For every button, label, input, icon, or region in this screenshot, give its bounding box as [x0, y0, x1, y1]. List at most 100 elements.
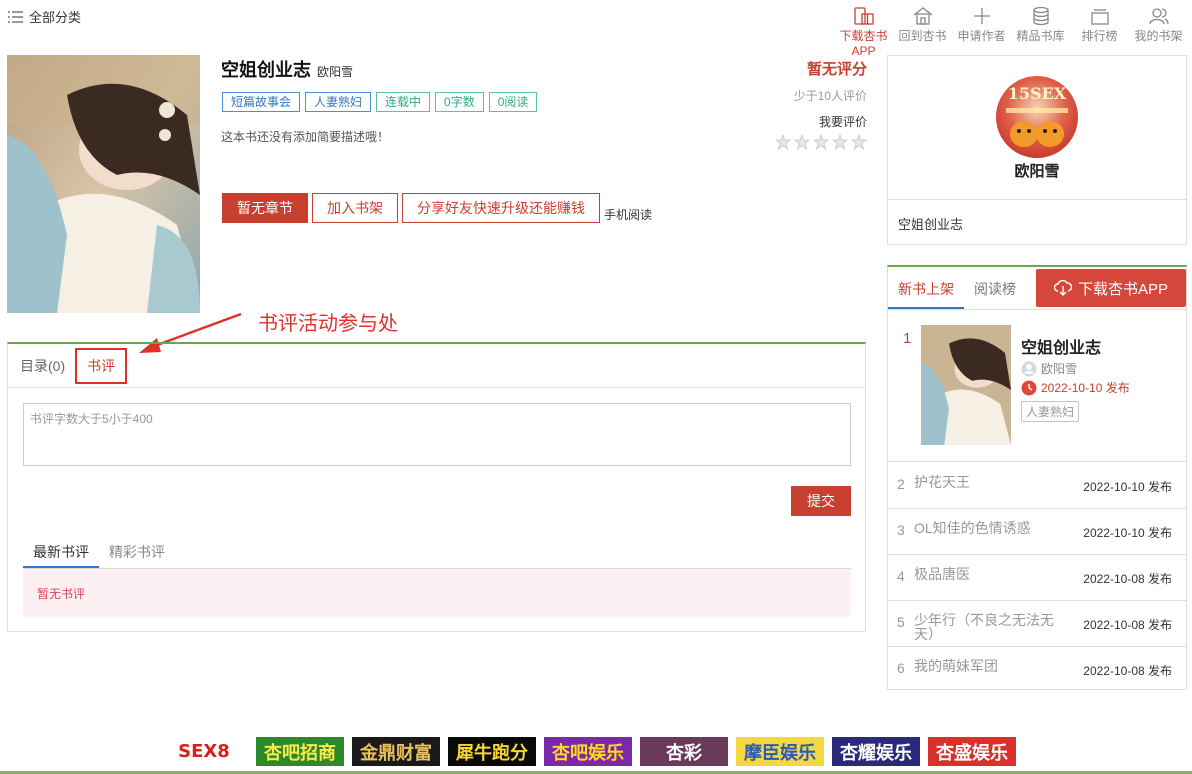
ad-banner[interactable]: 杏吧招商: [256, 737, 344, 766]
book-actions: 暂无章节 加入书架 分享好友快速升级还能赚钱 手机阅读: [222, 193, 652, 223]
ad-banner[interactable]: SEX8: [160, 737, 248, 766]
star-icon[interactable]: [813, 134, 829, 150]
nav-download-app[interactable]: 下载杏书APP: [834, 6, 893, 58]
rank-list-item[interactable]: 2 护花天王 2022-10-10 发布: [888, 463, 1186, 509]
top-nav: 下载杏书APP 回到杏书 申请作者 精品书库 排行榜 我的书架: [834, 6, 1188, 58]
ad-banner[interactable]: 摩臣娱乐: [736, 737, 824, 766]
rank-top1-date: 2022-10-10 发布: [1021, 379, 1130, 396]
rank-book-title[interactable]: 护花天王: [914, 475, 1064, 489]
book-cover[interactable]: [7, 55, 200, 313]
author-book-link[interactable]: 空姐创业志: [898, 214, 963, 233]
top-bar: 全部分类 下载杏书APP 回到杏书 申请作者 精品书库 排行榜 我的书架: [0, 0, 1192, 58]
rating-count: 少于10人评价: [793, 89, 867, 103]
annotation-text: 书评活动参与处: [258, 313, 398, 335]
list-icon: [8, 10, 23, 23]
new-books-panel: 新书上架 阅读榜 下载杏书APP 1 空姐创业志 欧阳雪 2022-10-10 …: [887, 265, 1187, 690]
clock-icon: [1021, 380, 1037, 395]
rank-number: 5: [897, 614, 905, 630]
ad-banner[interactable]: 金鼎财富: [352, 737, 440, 766]
tag-category[interactable]: 短篇故事会: [222, 92, 301, 112]
phone-book-icon: [853, 7, 874, 25]
ad-banner[interactable]: 杏盛娱乐: [928, 737, 1016, 766]
rank-list-item[interactable]: 5 少年行（不良之无法无天） 2022-10-08 发布: [888, 601, 1186, 647]
content-panel: 目录(0) 书评 书评字数大于5小于400 提交 最新书评 精彩书评 暂无书评: [7, 342, 866, 632]
ad-banner[interactable]: 杏吧娱乐: [544, 737, 632, 766]
tag-read-count: 0阅读: [488, 92, 538, 112]
rating-none: 暂无评分: [806, 61, 867, 78]
tab-toc[interactable]: 目录(0): [20, 352, 65, 380]
nav-bookshelf[interactable]: 我的书架: [1129, 6, 1188, 58]
rank-top1[interactable]: 1 空姐创业志 欧阳雪 2022-10-10 发布 人妻熟妇: [888, 310, 1186, 462]
tab-new-books[interactable]: 新书上架: [888, 267, 964, 309]
nav-apply-author[interactable]: 申请作者: [952, 6, 1011, 58]
nav-library[interactable]: 精品书库: [1011, 6, 1070, 58]
rank-book-title[interactable]: 极品唐医: [914, 567, 1064, 581]
review-input[interactable]: 书评字数大于5小于400: [23, 403, 851, 466]
share-button[interactable]: 分享好友快速升级还能赚钱: [402, 193, 600, 223]
empty-review-notice: 暂无书评: [23, 569, 851, 617]
user-circle-icon: [1021, 361, 1037, 376]
mobile-read-link[interactable]: 手机阅读: [604, 206, 652, 223]
cover-thumbnail: [921, 325, 1011, 445]
rank-top1-tag[interactable]: 人妻熟妇: [1021, 401, 1080, 422]
author-card: 15SEX 欧阳雪 空姐创业志: [887, 55, 1187, 245]
author-name[interactable]: 欧阳雪: [888, 160, 1186, 181]
ranking-icon: [1090, 9, 1109, 25]
database-icon: [1032, 6, 1049, 26]
content-tabs: 目录(0) 书评: [8, 344, 865, 388]
no-chapter-button[interactable]: 暂无章节: [222, 193, 308, 223]
tag-word-count: 0字数: [435, 92, 484, 112]
star-icon[interactable]: [775, 134, 791, 150]
ad-banner[interactable]: 杏彩: [640, 737, 728, 766]
download-app-button[interactable]: 下载杏书APP: [1036, 269, 1186, 307]
book-title-row: 空姐创业志 欧阳雪: [221, 56, 353, 82]
nav-ranking[interactable]: 排行榜: [1070, 6, 1129, 58]
rating-panel: 暂无评分 少于10人评价 我要评价: [775, 58, 867, 150]
rank-book-date: 2022-10-08 发布: [1083, 618, 1172, 632]
all-categories-label: 全部分类: [29, 10, 82, 25]
ad-banner[interactable]: 犀牛跑分: [448, 737, 536, 766]
ad-banner[interactable]: 杏耀娱乐: [832, 737, 920, 766]
book-title: 空姐创业志: [221, 60, 311, 80]
rank-number: 2: [897, 476, 905, 492]
nav-home[interactable]: 回到杏书: [893, 6, 952, 58]
star-icon[interactable]: [794, 134, 810, 150]
rank-list-item[interactable]: 3 OL知佳的色情诱惑 2022-10-10 发布: [888, 509, 1186, 555]
ad-banners: SEX8 杏吧招商 金鼎财富 犀牛跑分 杏吧娱乐 杏彩 摩臣娱乐 杏耀娱乐 杏盛娱乐: [160, 737, 1016, 766]
subtab-latest[interactable]: 最新书评: [23, 534, 99, 568]
rating-stars[interactable]: [775, 134, 867, 150]
subtab-featured[interactable]: 精彩书评: [99, 534, 175, 568]
tag-status: 连载中: [376, 92, 431, 112]
star-icon[interactable]: [832, 134, 848, 150]
submit-button[interactable]: 提交: [791, 486, 851, 516]
star-icon[interactable]: [851, 134, 867, 150]
book-author[interactable]: 欧阳雪: [317, 63, 353, 80]
user-icon: [1148, 8, 1169, 25]
cloud-download-icon: [1053, 280, 1072, 296]
add-shelf-button[interactable]: 加入书架: [312, 193, 398, 223]
home-icon: [913, 7, 932, 25]
tiger-icon: [1006, 108, 1068, 147]
rate-label: 我要评价: [818, 115, 867, 129]
avatar[interactable]: 15SEX: [996, 76, 1078, 158]
divider: [888, 199, 1186, 200]
rank-number: 6: [897, 660, 905, 676]
rank-book-title[interactable]: 我的萌妹军团: [914, 659, 1064, 673]
rank-book-date: 2022-10-08 发布: [1083, 572, 1172, 586]
tab-read-ranking[interactable]: 阅读榜: [964, 267, 1026, 309]
rank-list-item[interactable]: 6 我的萌妹军团 2022-10-08 发布: [888, 647, 1186, 693]
rank-book-date: 2022-10-08 发布: [1083, 664, 1172, 678]
rank-list-item[interactable]: 4 极品唐医 2022-10-08 发布: [888, 555, 1186, 601]
rank-book-title[interactable]: 少年行（不良之无法无天）: [914, 613, 1064, 641]
rank-book-title[interactable]: OL知佳的色情诱惑: [914, 521, 1064, 535]
rank-number: 1: [903, 330, 912, 347]
book-intro: 这本书还没有添加简要描述哦！: [221, 130, 390, 144]
tab-review[interactable]: 书评: [75, 347, 128, 384]
book-cover-image: [7, 55, 200, 313]
all-categories-menu[interactable]: 全部分类: [8, 7, 81, 26]
rank-top1-cover[interactable]: [921, 325, 1011, 445]
rank-top1-title[interactable]: 空姐创业志: [1021, 334, 1101, 358]
rank-number: 4: [897, 568, 905, 584]
book-tags: 短篇故事会 人妻熟妇 连载中 0字数 0阅读: [222, 92, 538, 112]
tag-genre[interactable]: 人妻熟妇: [305, 92, 372, 112]
